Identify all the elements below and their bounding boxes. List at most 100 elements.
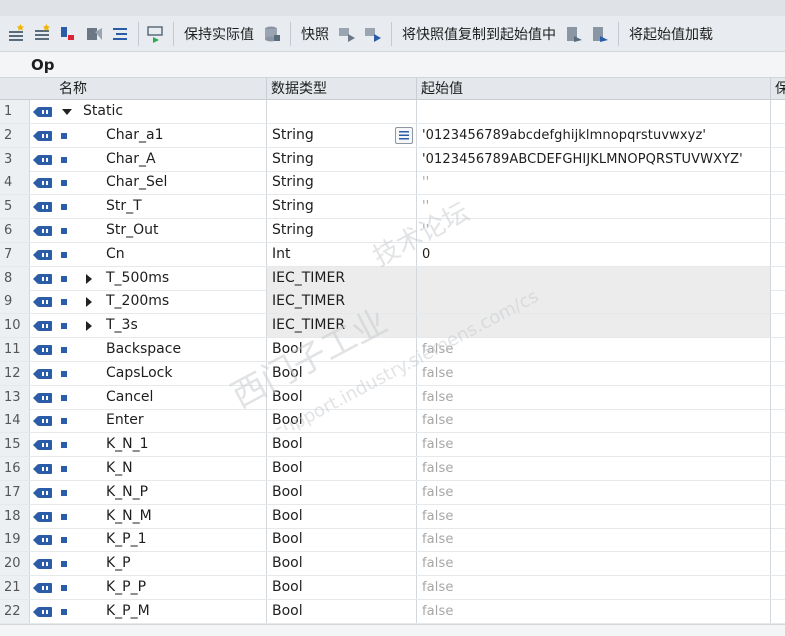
retain-cell[interactable] xyxy=(771,600,785,623)
row-number[interactable]: 19 xyxy=(0,528,30,551)
table-row[interactable]: 17 K_N_P Bool false xyxy=(0,481,785,505)
retain-cell[interactable] xyxy=(771,195,785,218)
table-row[interactable]: 8 T_500ms IEC_TIMER xyxy=(0,267,785,291)
collapse-arrow-icon[interactable] xyxy=(86,321,92,331)
retain-cell[interactable] xyxy=(771,481,785,504)
row-number[interactable]: 17 xyxy=(0,481,30,504)
start-value-cell[interactable]: false xyxy=(417,505,771,528)
datatype-cell[interactable]: String xyxy=(267,219,417,242)
start-value-cell[interactable] xyxy=(417,290,771,313)
start-value-cell[interactable]: false xyxy=(417,457,771,480)
collapse-icon[interactable] xyxy=(84,24,104,44)
retain-cell[interactable] xyxy=(771,314,785,337)
table-row[interactable]: 16 K_N Bool false xyxy=(0,457,785,481)
start-value-cell[interactable]: false xyxy=(417,433,771,456)
row-number[interactable]: 8 xyxy=(0,267,30,290)
name-cell[interactable]: K_P_1 xyxy=(54,528,267,551)
add-row-icon[interactable] xyxy=(32,23,52,44)
table-row[interactable]: 3 Char_A String '0123456789ABCDEFGHIJKLMNOP… xyxy=(0,148,785,172)
row-number[interactable]: 13 xyxy=(0,386,30,409)
name-cell[interactable]: Char_a1 xyxy=(54,124,267,147)
list-icon[interactable] xyxy=(110,24,130,44)
start-value-cell[interactable]: false xyxy=(417,338,771,361)
column-header-name[interactable]: 名称 xyxy=(54,78,267,100)
start-value-cell[interactable]: 0 xyxy=(417,243,771,266)
datatype-cell[interactable]: IEC_TIMER xyxy=(267,267,417,290)
table-row[interactable]: 1 Static xyxy=(0,100,785,124)
name-cell[interactable]: K_N_P xyxy=(54,481,267,504)
keep-actual-values-button[interactable]: 保持实际值 xyxy=(184,24,254,44)
retain-cell[interactable] xyxy=(771,433,785,456)
datatype-cell[interactable]: Bool xyxy=(267,362,417,385)
start-value-cell[interactable] xyxy=(417,100,771,123)
datatype-cell[interactable]: Bool xyxy=(267,338,417,361)
table-row[interactable]: 9 T_200ms IEC_TIMER xyxy=(0,290,785,314)
retain-cell[interactable] xyxy=(771,267,785,290)
table-row[interactable]: 21 K_P_P Bool false xyxy=(0,576,785,600)
copy-snapshot-icon[interactable] xyxy=(337,24,357,44)
datatype-cell[interactable]: Bool xyxy=(267,386,417,409)
name-cell[interactable]: Enter xyxy=(54,409,267,432)
start-value-cell[interactable]: false xyxy=(417,481,771,504)
datatype-cell[interactable]: Bool xyxy=(267,409,417,432)
copy-snapshot-to-start-button[interactable]: 将快照值复制到起始值中 xyxy=(402,24,556,44)
row-number[interactable]: 22 xyxy=(0,600,30,623)
table-row[interactable]: 4 Char_Sel String '' xyxy=(0,171,785,195)
name-cell[interactable]: Char_Sel xyxy=(54,171,267,194)
edit-value-button[interactable] xyxy=(395,127,413,144)
row-number[interactable]: 16 xyxy=(0,457,30,480)
start-value-cell[interactable]: false xyxy=(417,386,771,409)
start-value-cell[interactable] xyxy=(417,314,771,337)
row-number[interactable]: 11 xyxy=(0,338,30,361)
retain-cell[interactable] xyxy=(771,243,785,266)
datatype-cell[interactable]: String xyxy=(267,195,417,218)
table-row[interactable]: 22 K_P_M Bool false xyxy=(0,600,785,624)
table-row[interactable]: 15 K_N_1 Bool false xyxy=(0,433,785,457)
monitor-icon[interactable] xyxy=(145,24,165,44)
start-value-cell[interactable]: false xyxy=(417,362,771,385)
datatype-cell[interactable]: Bool xyxy=(267,457,417,480)
table-row[interactable]: 12 CapsLock Bool false xyxy=(0,362,785,386)
start-value-cell[interactable]: false xyxy=(417,528,771,551)
table-row[interactable]: 18 K_N_M Bool false xyxy=(0,505,785,529)
copy-snapshot-to-start-icon[interactable] xyxy=(363,24,383,44)
start-value-cell[interactable]: '' xyxy=(417,219,771,242)
start-value-cell[interactable] xyxy=(417,267,771,290)
retain-cell[interactable] xyxy=(771,457,785,480)
name-cell[interactable]: T_500ms xyxy=(54,267,267,290)
name-cell[interactable]: K_P_P xyxy=(54,576,267,599)
start-value-cell[interactable]: '0123456789ABCDEFGHIJKLMNOPQRSTUVWXYZ' xyxy=(417,148,771,171)
row-number[interactable]: 4 xyxy=(0,171,30,194)
column-header-start-value[interactable]: 起始值 xyxy=(417,78,771,100)
start-value-cell[interactable]: false xyxy=(417,600,771,623)
table-row[interactable]: 10 T_3s IEC_TIMER xyxy=(0,314,785,338)
column-header-datatype[interactable]: 数据类型 xyxy=(267,78,417,100)
row-number[interactable]: 15 xyxy=(0,433,30,456)
row-number[interactable]: 1 xyxy=(0,100,30,123)
retain-cell[interactable] xyxy=(771,505,785,528)
retain-cell[interactable] xyxy=(771,124,785,147)
retain-cell[interactable] xyxy=(771,386,785,409)
retain-cell[interactable] xyxy=(771,552,785,575)
snapshot-button[interactable]: 快照 xyxy=(301,24,329,44)
start-value-cell[interactable]: '0123456789abcdefghijklmnopqrstuvwxyz' xyxy=(417,124,771,147)
retain-cell[interactable] xyxy=(771,362,785,385)
start-value-cell[interactable]: false xyxy=(417,552,771,575)
datatype-cell[interactable]: Bool xyxy=(267,600,417,623)
start-value-cell[interactable]: false xyxy=(417,409,771,432)
name-cell[interactable]: K_P xyxy=(54,552,267,575)
row-number[interactable]: 9 xyxy=(0,290,30,313)
datatype-cell[interactable]: IEC_TIMER xyxy=(267,314,417,337)
datatype-cell[interactable]: IEC_TIMER xyxy=(267,290,417,313)
start-value-cell[interactable]: '' xyxy=(417,195,771,218)
table-row[interactable]: 2 Char_a1 String '0123456789abcdefghijklmno… xyxy=(0,124,785,148)
row-number[interactable]: 2 xyxy=(0,124,30,147)
table-row[interactable]: 19 K_P_1 Bool false xyxy=(0,528,785,552)
retain-cell[interactable] xyxy=(771,338,785,361)
retain-cell[interactable] xyxy=(771,576,785,599)
row-number[interactable]: 3 xyxy=(0,148,30,171)
row-number[interactable]: 20 xyxy=(0,552,30,575)
retain-cell[interactable] xyxy=(771,290,785,313)
retain-cell[interactable] xyxy=(771,171,785,194)
name-cell[interactable]: K_N_M xyxy=(54,505,267,528)
